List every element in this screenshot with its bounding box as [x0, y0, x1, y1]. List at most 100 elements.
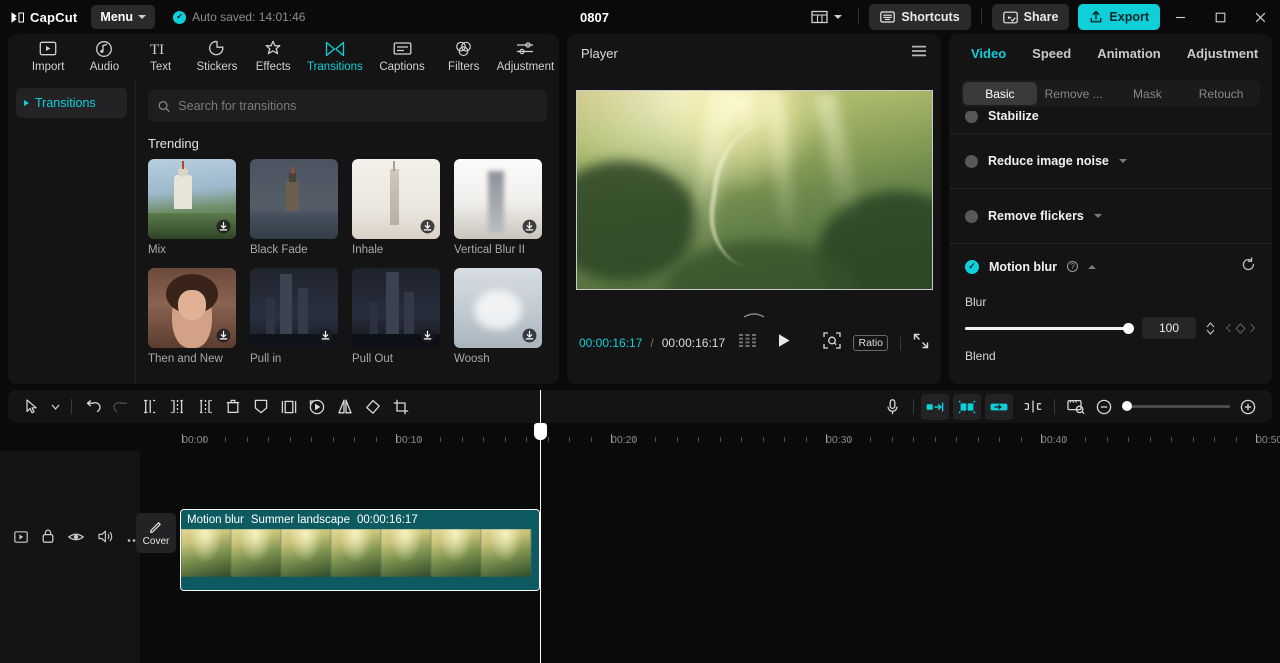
maximize-button[interactable] — [1200, 0, 1240, 34]
transition-cell[interactable]: Vertical Blur II — [454, 159, 542, 256]
row-stabilize[interactable]: Stabilize — [949, 111, 1272, 133]
focus-icon[interactable] — [823, 332, 842, 354]
link-button[interactable] — [985, 393, 1013, 420]
nav-tab-captions[interactable]: Captions — [368, 34, 435, 73]
lock-track-button[interactable] — [42, 529, 54, 548]
segment-retouch[interactable]: Retouch — [1184, 82, 1258, 105]
record-button[interactable] — [878, 394, 906, 420]
rotate-button[interactable] — [359, 394, 387, 420]
row-remove-flickers[interactable]: Remove flickers — [949, 188, 1272, 243]
download-icon[interactable] — [216, 219, 231, 234]
nav-tab-effects[interactable]: Effects — [245, 34, 301, 73]
nav-tab-adjustment[interactable]: Adjustment — [492, 34, 559, 73]
download-icon[interactable] — [522, 328, 537, 343]
remove-flickers-toggle[interactable] — [965, 209, 978, 223]
blur-value-input[interactable]: 100 — [1142, 317, 1196, 339]
search-bar[interactable] — [148, 90, 547, 122]
row-reduce-noise[interactable]: Reduce image noise — [949, 133, 1272, 188]
zoom-in-button[interactable] — [1234, 394, 1262, 420]
fullscreen-icon[interactable] — [913, 333, 929, 354]
export-button[interactable]: Export — [1078, 4, 1160, 30]
category-item-transitions[interactable]: Transitions — [16, 88, 127, 118]
search-input[interactable] — [178, 99, 537, 113]
transition-cell[interactable]: Pull Out — [352, 268, 440, 365]
download-icon[interactable] — [216, 328, 231, 343]
chevron-up-icon[interactable] — [1088, 264, 1097, 269]
mute-track-button[interactable] — [98, 530, 113, 548]
cover-button[interactable]: Cover — [136, 513, 176, 553]
zoom-out-button[interactable] — [1090, 394, 1118, 420]
transition-cell[interactable]: Black Fade — [250, 159, 338, 256]
stabilize-toggle[interactable] — [965, 111, 978, 123]
segment-remove-bg[interactable]: Remove ... — [1037, 82, 1111, 105]
auto-cut-button[interactable] — [921, 393, 949, 420]
nav-tab-transitions[interactable]: Transitions — [301, 34, 368, 73]
preview-scale-button[interactable] — [1062, 394, 1090, 420]
transition-cell[interactable]: Woosh — [454, 268, 542, 365]
trim-left-button[interactable] — [163, 394, 191, 420]
chevron-down-icon[interactable] — [1093, 214, 1102, 218]
ratio-button[interactable]: Ratio — [853, 335, 888, 351]
shortcuts-button[interactable]: Shortcuts — [869, 4, 971, 30]
blur-stepper[interactable] — [1206, 321, 1215, 335]
reverse-button[interactable] — [303, 394, 331, 420]
keyframe-controls[interactable] — [1225, 322, 1256, 334]
trim-right-button[interactable] — [191, 394, 219, 420]
download-icon[interactable] — [318, 328, 333, 343]
crop-button[interactable] — [387, 394, 415, 420]
download-icon[interactable] — [420, 219, 435, 234]
transition-cell[interactable]: Pull in — [250, 268, 338, 365]
track-type-icon[interactable] — [14, 530, 28, 548]
tab-animation[interactable]: Animation — [1097, 46, 1161, 61]
help-icon[interactable]: ? — [1067, 261, 1079, 272]
playhead-handle[interactable] — [534, 423, 547, 440]
segment-basic[interactable]: Basic — [963, 82, 1037, 105]
freeze-button[interactable] — [247, 394, 275, 420]
zoom-slider-knob[interactable] — [1122, 401, 1132, 411]
chevron-down-icon[interactable] — [1118, 159, 1127, 163]
blur-slider-track[interactable] — [965, 322, 1134, 334]
nav-tab-audio[interactable]: Audio — [76, 34, 132, 73]
transition-cell[interactable]: Mix — [148, 159, 236, 256]
segment-mask[interactable]: Mask — [1111, 82, 1185, 105]
timeline-clip[interactable]: Motion blur Summer landscape 00:00:16:17 — [180, 509, 540, 591]
tab-video[interactable]: Video — [971, 46, 1006, 61]
tab-adjustment[interactable]: Adjustment — [1187, 46, 1259, 61]
hamburger-icon[interactable] — [911, 44, 927, 62]
adjust-clip-button[interactable] — [1019, 394, 1047, 420]
share-button[interactable]: Share — [991, 4, 1070, 30]
row-motion-blur[interactable]: ✓ Motion blur ? — [949, 243, 1272, 289]
nav-tab-import[interactable]: Import — [20, 34, 76, 73]
transition-cell[interactable]: Inhale — [352, 159, 440, 256]
transition-cell[interactable]: Then and New — [148, 268, 236, 365]
mirror-button[interactable] — [331, 394, 359, 420]
layout-button[interactable] — [805, 10, 848, 24]
undo-button[interactable] — [79, 394, 107, 420]
motion-blur-toggle[interactable]: ✓ — [965, 259, 979, 274]
close-button[interactable] — [1240, 0, 1280, 34]
timeline-ruler[interactable]: 00:00 00:10 00:20 00:30 00:40 00:50 — [0, 429, 1280, 451]
tab-speed[interactable]: Speed — [1032, 46, 1071, 61]
align-button[interactable] — [953, 393, 981, 420]
blur-slider-knob[interactable] — [1123, 322, 1134, 334]
delete-button[interactable] — [219, 394, 247, 420]
nav-tab-text[interactable]: TI Text — [133, 34, 189, 73]
nav-tab-filters[interactable]: Filters — [436, 34, 492, 73]
split-button[interactable] — [135, 394, 163, 420]
menu-button[interactable]: Menu — [91, 5, 156, 29]
download-icon[interactable] — [420, 328, 435, 343]
redo-button[interactable] — [107, 394, 135, 420]
frames-icon[interactable] — [739, 334, 757, 352]
select-tool[interactable] — [18, 394, 46, 420]
tool-dropdown[interactable] — [46, 394, 64, 420]
nav-tab-stickers[interactable]: Stickers — [189, 34, 245, 73]
play-icon[interactable] — [777, 333, 791, 353]
crop-frame-button[interactable] — [275, 394, 303, 420]
player-collapse-handle[interactable] — [567, 307, 941, 323]
reduce-noise-toggle[interactable] — [965, 154, 978, 168]
video-preview[interactable] — [575, 89, 933, 290]
hide-track-button[interactable] — [67, 530, 85, 548]
download-icon[interactable] — [522, 219, 537, 234]
zoom-slider[interactable] — [1122, 401, 1230, 411]
minimize-button[interactable] — [1160, 0, 1200, 34]
